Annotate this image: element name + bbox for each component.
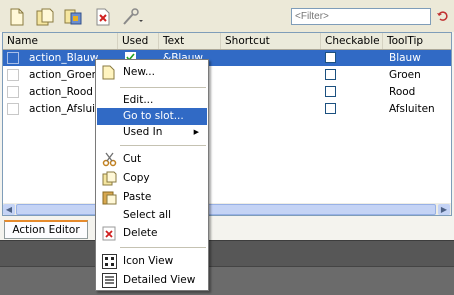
menu-item-label: Detailed View (123, 274, 196, 286)
clear-filter-icon[interactable] (436, 10, 448, 22)
table-row[interactable]: action_Groen Groen (3, 67, 451, 83)
row-name: action_Rood (29, 86, 93, 98)
column-header-shortcut[interactable]: Shortcut (221, 33, 321, 49)
action-icon-slot (7, 86, 19, 98)
menu-item-icon-view[interactable]: Icon View (97, 253, 207, 270)
table-row[interactable]: action_Blauw &Blauw Blauw (3, 50, 451, 66)
menu-item-label: Edit... (123, 94, 154, 106)
menu-item-detailed-view[interactable]: Detailed View (97, 272, 207, 289)
menu-item-label: New... (123, 66, 155, 78)
dock-panel-lower (0, 266, 454, 295)
row-tooltip: Blauw (389, 52, 421, 64)
action-icon-slot (7, 103, 19, 115)
delete-icon (102, 226, 117, 241)
menu-item-select-all[interactable]: Select all (97, 207, 207, 224)
detailed-view-icon (102, 273, 117, 288)
menu-item-copy[interactable]: Copy (97, 170, 207, 187)
horizontal-scrollbar[interactable]: ◀ ▶ (3, 203, 451, 215)
menu-item-go-to-slot[interactable]: Go to slot... (97, 108, 207, 125)
dock-panel-separator (0, 240, 454, 267)
checkable-checkbox[interactable] (325, 86, 336, 97)
row-name: action_Blauw (29, 52, 99, 64)
new-file-icon (102, 65, 117, 80)
menu-item-used-in[interactable]: Used In ▶ (97, 124, 207, 141)
menu-item-label: Delete (123, 227, 158, 239)
menu-item-label: Used In (123, 126, 163, 138)
checkable-checkbox[interactable] (325, 103, 336, 114)
menu-item-label: Cut (123, 153, 142, 165)
menu-item-new[interactable]: New... (97, 64, 207, 81)
row-tooltip: Afsluiten (389, 103, 435, 115)
submenu-arrow-icon: ▶ (193, 128, 199, 136)
toolbar (0, 0, 454, 32)
tab-bar: Action Editor (0, 216, 454, 240)
menu-item-label: Select all (123, 209, 171, 221)
icon-view-icon (102, 254, 117, 269)
menu-separator (120, 87, 206, 88)
column-header-used[interactable]: Used (118, 33, 159, 49)
actions-table[interactable]: Name Used Text Shortcut Checkable ToolTi… (2, 32, 452, 216)
menu-item-label: Copy (123, 172, 150, 184)
row-name: action_Groen (29, 69, 99, 81)
copy-icon (102, 171, 117, 186)
table-row[interactable]: action_Afsluiten Afsluiten (3, 101, 451, 117)
copy-action-icon[interactable] (34, 6, 56, 28)
scissors-icon (102, 152, 117, 167)
column-header-checkable[interactable]: Checkable (321, 33, 383, 49)
delete-icon[interactable] (92, 6, 114, 28)
new-action-icon[interactable] (6, 6, 28, 28)
menu-item-label: Go to slot... (123, 110, 184, 122)
menu-item-delete[interactable]: Delete (97, 225, 207, 242)
table-row[interactable]: action_Rood Rood (3, 84, 451, 100)
menu-separator (120, 247, 206, 248)
tools-icon[interactable] (120, 6, 146, 28)
checkable-checkbox[interactable] (325, 52, 336, 63)
checkable-checkbox[interactable] (325, 69, 336, 80)
context-menu: New... Edit... Go to slot... Used In ▶ C… (95, 59, 209, 291)
configure-icon[interactable] (62, 6, 84, 28)
menu-separator (120, 145, 206, 146)
table-header: Name Used Text Shortcut Checkable ToolTi… (3, 33, 451, 50)
scrollbar-thumb[interactable] (16, 204, 436, 215)
paste-icon (102, 190, 117, 205)
menu-item-label: Paste (123, 191, 152, 203)
action-icon-slot (7, 52, 19, 64)
filter-input[interactable] (291, 8, 431, 25)
menu-item-edit[interactable]: Edit... (97, 92, 207, 109)
column-header-name[interactable]: Name (3, 33, 118, 49)
menu-item-cut[interactable]: Cut (97, 151, 207, 168)
scroll-left-icon[interactable]: ◀ (3, 204, 15, 215)
column-header-text[interactable]: Text (159, 33, 221, 49)
scroll-right-icon[interactable]: ▶ (438, 204, 450, 215)
column-header-tooltip[interactable]: ToolTip (383, 33, 451, 49)
menu-item-label: Icon View (123, 255, 174, 267)
action-icon-slot (7, 69, 19, 81)
row-tooltip: Rood (389, 86, 416, 98)
row-tooltip: Groen (389, 69, 421, 81)
tab-action-editor[interactable]: Action Editor (4, 220, 88, 239)
menu-item-paste[interactable]: Paste (97, 189, 207, 206)
